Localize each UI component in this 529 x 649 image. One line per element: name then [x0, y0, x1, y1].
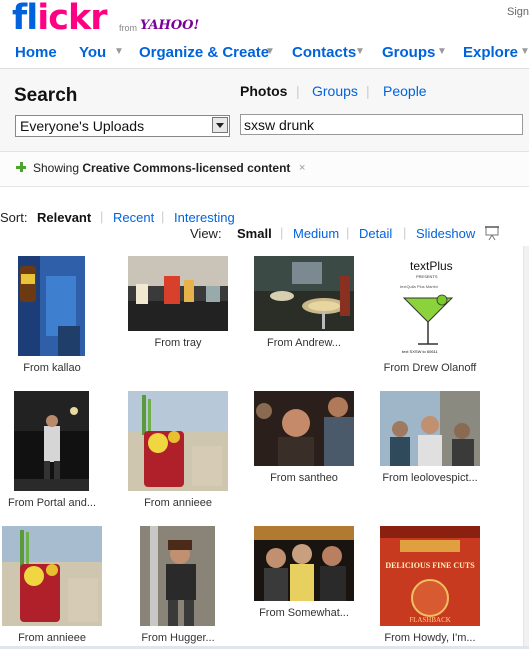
search-scope-select[interactable]: Everyone's Uploads [15, 115, 230, 137]
svg-text:DELICIOUS FINE CUTS: DELICIOUS FINE CUTS [385, 561, 475, 570]
photo-caption[interactable]: From Howdy, I'm... [367, 632, 493, 644]
divider: | [346, 225, 350, 240]
slideshow-icon[interactable] [484, 225, 500, 241]
search-type-people[interactable]: People [383, 83, 427, 99]
svg-text:textQuila Plus Martini: textQuila Plus Martini [400, 284, 438, 289]
divider: | [296, 83, 300, 99]
photo-caption[interactable]: From kallao [0, 362, 115, 374]
photo-thumbnail[interactable] [254, 256, 354, 331]
photo-thumbnail[interactable]: textPlus PRESENTS textQuila Plus Martini… [380, 256, 480, 356]
photo-caption[interactable]: From Somewhat... [241, 607, 367, 619]
search-scope-value: Everyone's Uploads [20, 118, 145, 134]
search-type-groups[interactable]: Groups [312, 83, 358, 99]
cc-notice-bar: Showing Creative Commons-licensed conten… [0, 152, 529, 187]
nav-groups[interactable]: Groups [382, 44, 435, 61]
plus-icon [16, 162, 26, 172]
photo-thumbnail[interactable] [254, 526, 354, 601]
svg-text:text SXSW to 60611: text SXSW to 60611 [402, 349, 438, 354]
photo-thumbnail[interactable]: DELICIOUS FINE CUTS FLASHBACK [380, 526, 480, 626]
sign-in-link[interactable]: Sign [507, 6, 529, 18]
photo-thumbnail[interactable] [254, 391, 354, 466]
svg-text:PRESENTS: PRESENTS [416, 274, 438, 279]
svg-text:textPlus: textPlus [410, 259, 453, 273]
chevron-down-icon[interactable]: ▼ [114, 46, 124, 57]
photo-thumbnail[interactable] [380, 391, 480, 466]
logo-from-text: from [119, 23, 137, 33]
flickr-wordmark: flickr [12, 0, 108, 38]
chevron-down-icon[interactable]: ▼ [355, 46, 365, 57]
photo-caption[interactable]: From Andrew... [241, 337, 367, 349]
search-type-photos[interactable]: Photos [240, 83, 287, 99]
nav-organize-create[interactable]: Organize & Create [139, 44, 269, 61]
chevron-down-icon[interactable] [212, 117, 228, 133]
photo-thumbnail[interactable] [18, 256, 85, 356]
photo-caption[interactable]: From Drew Olanoff [367, 362, 493, 374]
photo-caption[interactable]: From Portal and... [0, 497, 115, 509]
view-slideshow[interactable]: Slideshow [416, 226, 475, 241]
close-icon[interactable]: × [299, 162, 305, 174]
divider: | [280, 225, 284, 240]
nav-contacts[interactable]: Contacts [292, 44, 356, 61]
svg-text:FLASHBACK: FLASHBACK [409, 616, 451, 624]
photo-caption[interactable]: From Hugger... [115, 632, 241, 644]
view-medium[interactable]: Medium [293, 226, 339, 241]
main-nav: Home You ▼ Organize & Create ▼ Contacts … [0, 38, 529, 69]
photo-thumbnail[interactable] [128, 391, 228, 491]
photo-thumbnail[interactable] [14, 391, 89, 491]
divider: | [100, 209, 104, 224]
photo-thumbnail[interactable] [2, 526, 102, 626]
search-query-value: sxsw drunk [244, 117, 315, 133]
sort-relevant[interactable]: Relevant [37, 210, 91, 225]
divider: | [366, 83, 370, 99]
photo-caption[interactable]: From santheo [241, 472, 367, 484]
nav-home[interactable]: Home [15, 44, 57, 61]
sort-recent[interactable]: Recent [113, 210, 154, 225]
sort-interesting[interactable]: Interesting [174, 210, 235, 225]
photo-caption[interactable]: From tray [115, 337, 241, 349]
photo-caption[interactable]: From leolovespict... [367, 472, 493, 484]
scrollbar-track[interactable] [523, 246, 529, 649]
divider: | [403, 225, 407, 240]
cc-notice-text: Showing Creative Commons-licensed conten… [33, 161, 291, 175]
search-input[interactable]: sxsw drunk [240, 114, 523, 135]
view-small[interactable]: Small [237, 226, 272, 241]
sort-label: Sort: [0, 210, 28, 225]
divider: | [161, 209, 165, 224]
photo-caption[interactable]: From annieee [0, 632, 115, 644]
photo-caption[interactable]: From annieee [115, 497, 241, 509]
nav-you[interactable]: You [79, 44, 106, 61]
nav-explore[interactable]: Explore [463, 44, 518, 61]
chevron-down-icon[interactable]: ▼ [520, 46, 529, 57]
chevron-down-icon[interactable]: ▼ [265, 46, 275, 57]
photo-thumbnail[interactable] [128, 256, 228, 331]
page-title: Search [14, 85, 78, 106]
search-panel: Search Photos | Groups | People Everyone… [0, 69, 529, 152]
chevron-down-icon[interactable]: ▼ [437, 46, 447, 57]
photo-thumbnail[interactable] [140, 526, 215, 626]
view-label: View: [190, 226, 222, 241]
yahoo-logo: YAHOO! [140, 18, 200, 33]
view-detail[interactable]: Detail [359, 226, 392, 241]
